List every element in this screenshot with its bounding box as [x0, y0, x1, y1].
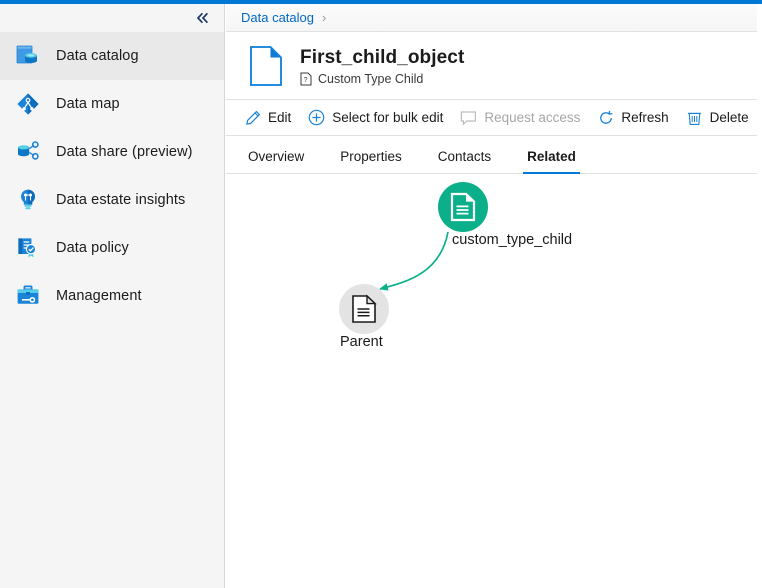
data-policy-icon: [14, 234, 42, 262]
sidebar-item-data-estate-insights[interactable]: Data estate insights: [0, 176, 224, 224]
sidebar-item-data-share[interactable]: Data share (preview): [0, 128, 224, 176]
request-access-button: Request access: [460, 103, 580, 133]
data-map-icon: [14, 90, 42, 118]
node-circle[interactable]: [438, 182, 488, 232]
tab-bar: Overview Properties Contacts Related: [226, 136, 757, 174]
asset-header: First_child_object ? Custom Type Child: [226, 32, 757, 100]
pencil-icon: [244, 109, 261, 126]
breadcrumb-separator-icon: ›: [322, 10, 326, 25]
comment-icon: [460, 109, 477, 126]
tab-related[interactable]: Related: [523, 149, 580, 173]
asset-type-label: Custom Type Child: [318, 72, 423, 86]
asset-title-group: First_child_object ? Custom Type Child: [300, 46, 464, 86]
collapse-nav-button[interactable]: [192, 7, 214, 29]
document-node-icon: [350, 294, 378, 324]
select-for-bulk-edit-button[interactable]: Select for bulk edit: [308, 103, 443, 133]
graph-node-label-parent: Parent: [340, 334, 383, 350]
edge-child-to-parent: [380, 232, 448, 289]
trash-icon: [686, 109, 703, 126]
refresh-icon: [597, 109, 614, 126]
sidebar-item-label: Management: [56, 288, 142, 304]
node-circle[interactable]: [339, 284, 389, 334]
delete-label: Delete: [710, 110, 749, 125]
document-icon: [246, 44, 286, 88]
sidebar-item-management[interactable]: Management: [0, 272, 224, 320]
select-for-bulk-edit-label: Select for bulk edit: [332, 110, 443, 125]
nav-list: Data catalog Data map: [0, 32, 224, 320]
lineage-graph-canvas[interactable]: custom_type_child Parent: [226, 174, 757, 586]
svg-text:?: ?: [304, 77, 308, 84]
tab-properties[interactable]: Properties: [336, 149, 406, 173]
management-icon: [14, 282, 42, 310]
sidebar-item-label: Data estate insights: [56, 192, 185, 208]
graph-node-label-child: custom_type_child: [452, 232, 572, 248]
data-share-icon: [14, 138, 42, 166]
purview-asset-page: Data catalog Data map: [0, 0, 762, 588]
breadcrumb-link-data-catalog[interactable]: Data catalog: [241, 10, 314, 25]
chevron-double-left-icon: [196, 12, 210, 24]
sidebar-item-label: Data map: [56, 96, 120, 112]
breadcrumb: Data catalog ›: [226, 4, 757, 32]
data-estate-insights-icon: [14, 186, 42, 214]
page-title: First_child_object: [300, 46, 464, 69]
document-node-icon: [449, 192, 477, 222]
main-content: Data catalog › First_child_object ?: [226, 4, 762, 588]
request-access-label: Request access: [484, 110, 580, 125]
refresh-button[interactable]: Refresh: [597, 103, 668, 133]
collapse-row: [0, 4, 224, 32]
sidebar-item-label: Data share (preview): [56, 144, 193, 160]
sidebar-item-data-catalog[interactable]: Data catalog: [0, 32, 224, 80]
edit-button[interactable]: Edit: [244, 103, 291, 133]
sidebar-item-data-policy[interactable]: Data policy: [0, 224, 224, 272]
plus-circle-icon: [308, 109, 325, 126]
tab-contacts[interactable]: Contacts: [434, 149, 495, 173]
left-navigation: Data catalog Data map: [0, 4, 225, 588]
unknown-type-icon: ?: [300, 72, 312, 86]
asset-type-row: ? Custom Type Child: [300, 72, 464, 86]
command-bar: Edit Select for bulk edit Request a: [226, 100, 757, 136]
refresh-label: Refresh: [621, 110, 668, 125]
edit-label: Edit: [268, 110, 291, 125]
sidebar-item-label: Data catalog: [56, 48, 139, 64]
graph-node-custom-type-child[interactable]: [438, 182, 488, 232]
sidebar-item-label: Data policy: [56, 240, 129, 256]
tab-overview[interactable]: Overview: [244, 149, 308, 173]
data-catalog-icon: [14, 42, 42, 70]
graph-node-parent[interactable]: [339, 284, 389, 334]
delete-button[interactable]: Delete: [686, 103, 749, 133]
sidebar-item-data-map[interactable]: Data map: [0, 80, 224, 128]
